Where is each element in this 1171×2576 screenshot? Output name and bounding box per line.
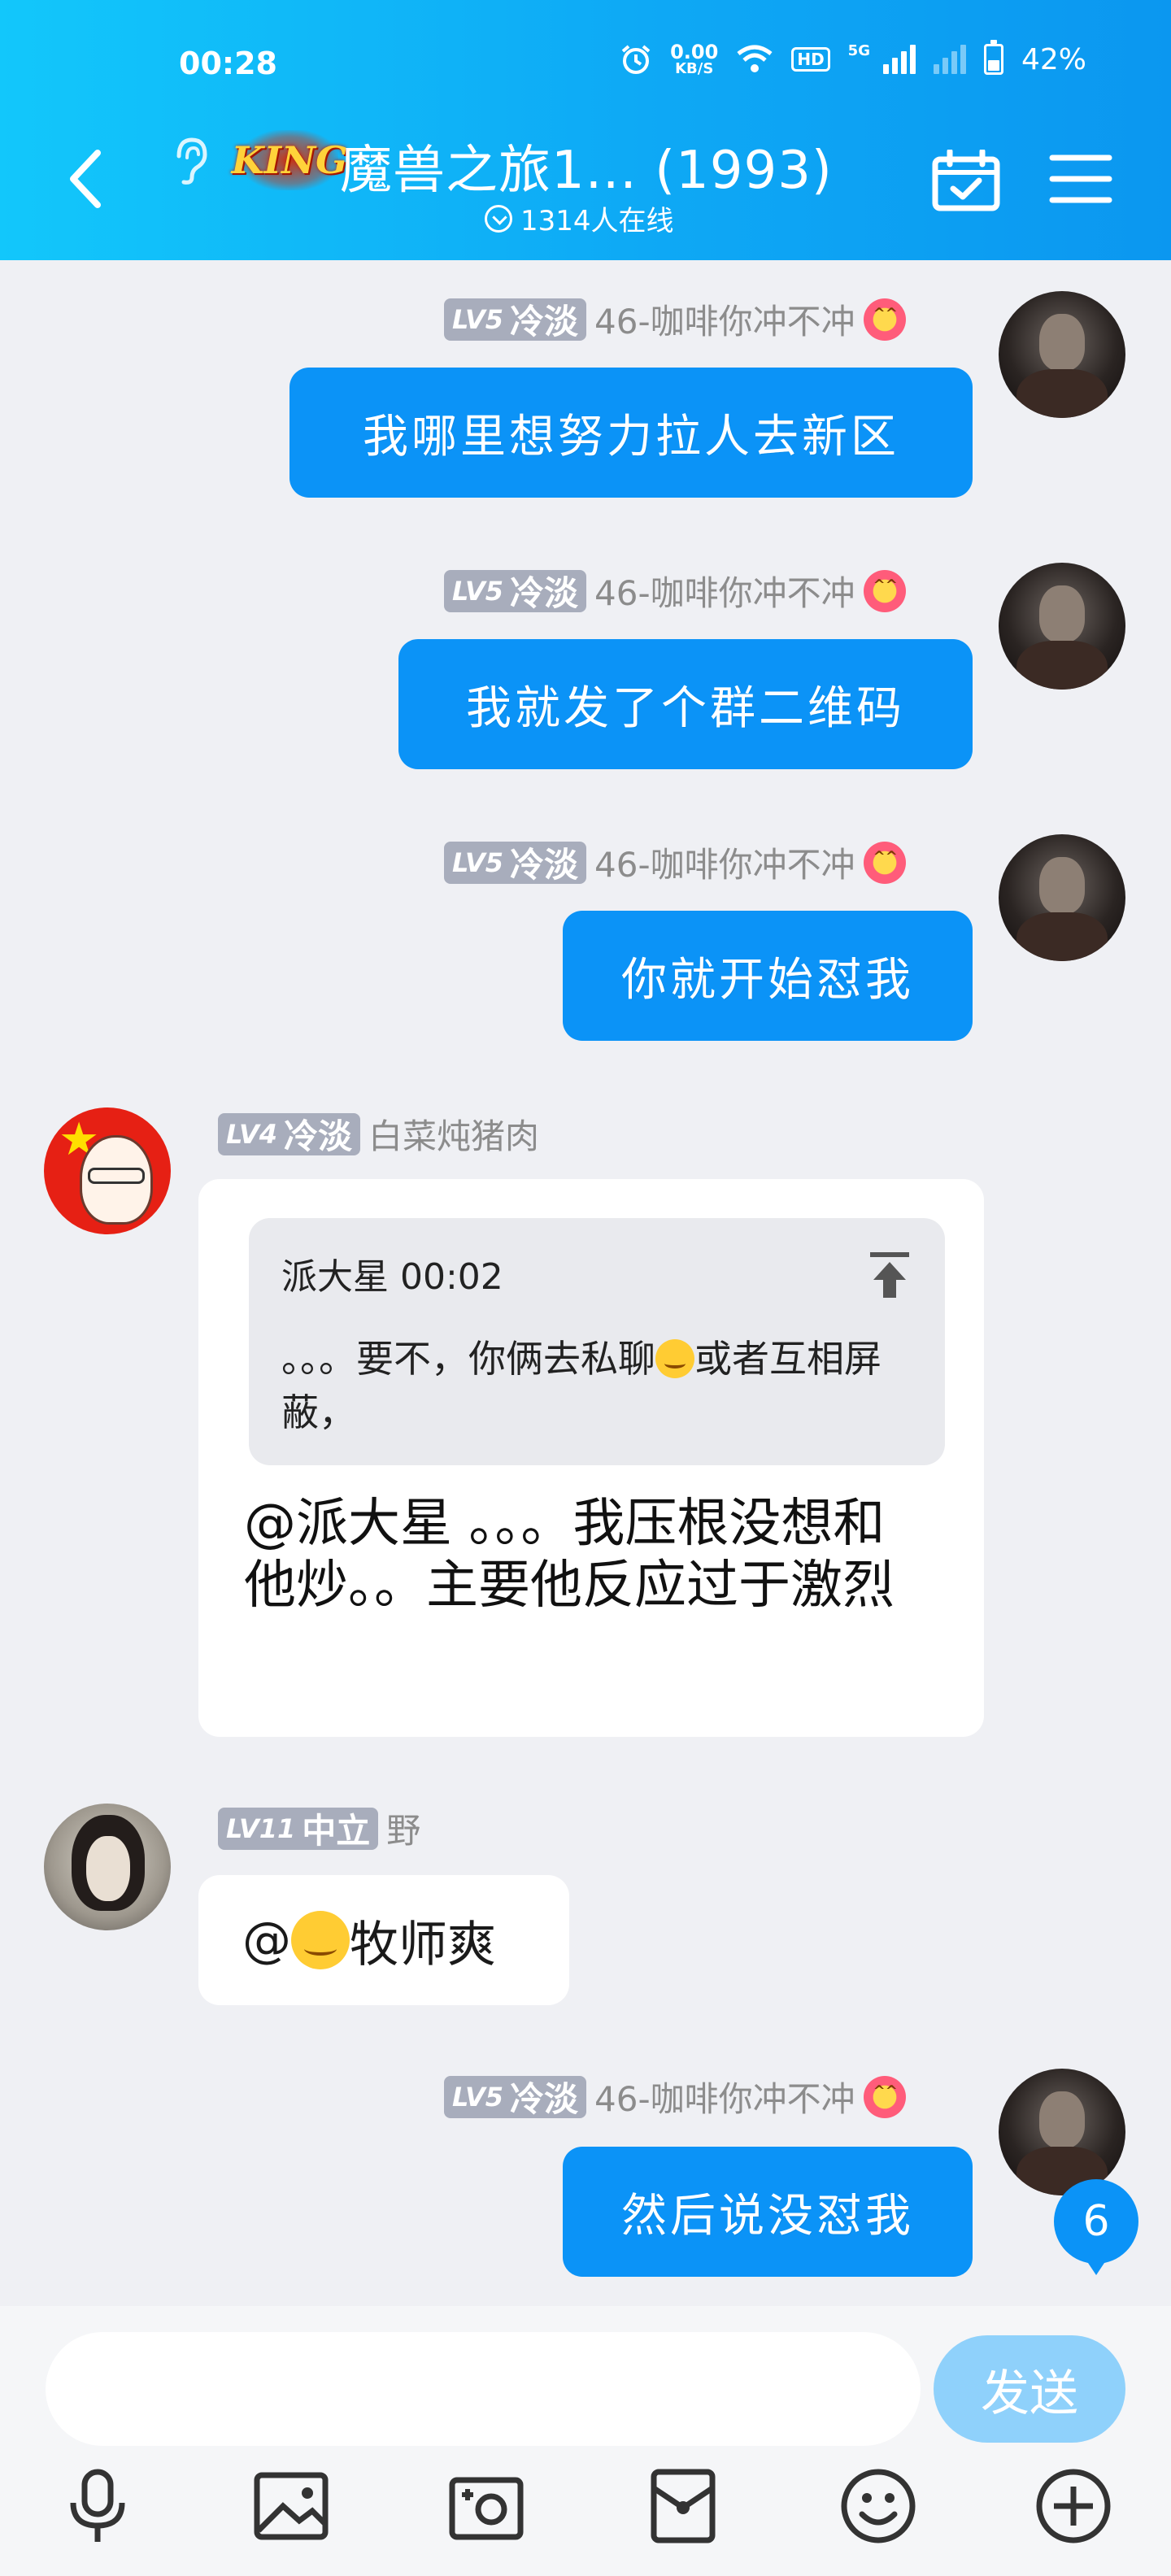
sender-avatar[interactable] xyxy=(44,1804,171,1930)
flower-icon xyxy=(863,569,906,612)
level-badge: LV11 中立 xyxy=(218,1807,379,1851)
status-time: 00:28 xyxy=(179,46,277,81)
message-sender: LV5 冷淡 46-咖啡你冲不冲 xyxy=(444,838,906,887)
message-sender: LV4 冷淡 白菜炖猪肉 xyxy=(218,1109,539,1159)
message-sender: LV5 冷淡 46-咖啡你冲不冲 xyxy=(444,566,906,616)
message-sender: LV5 冷淡 46-咖啡你冲不冲 xyxy=(444,2072,906,2121)
net-speed: 0.00 KB/S xyxy=(670,41,719,77)
message-bubble[interactable]: 我哪里想努力拉人去新区 xyxy=(289,368,973,498)
calendar-check-icon[interactable] xyxy=(930,150,1002,211)
image-icon[interactable] xyxy=(250,2465,332,2547)
hd-icon: HD xyxy=(791,47,830,72)
sender-avatar[interactable]: ★ xyxy=(44,1107,171,1234)
status-icons: 0.00 KB/S HD 5G 42% xyxy=(620,40,1086,77)
level-badge: LV4 冷淡 xyxy=(218,1112,361,1156)
battery-level: 42% xyxy=(1021,42,1086,76)
signal-2-icon xyxy=(933,45,966,74)
flower-icon xyxy=(863,841,906,884)
message-text: @派大星 。。。我压根没想和他炒。。主要他反应过于激烈 xyxy=(244,1494,895,1616)
chat-header: 00:28 0.00 KB/S HD 5G 42% KING 魔兽之旅1... (… xyxy=(0,0,1171,260)
signal-icon xyxy=(882,45,916,74)
message-bubble[interactable]: 你就开始怼我 xyxy=(563,911,973,1041)
smirk-emoji-icon xyxy=(291,1911,350,1969)
message-input[interactable] xyxy=(46,2332,921,2446)
message-bubble[interactable]: 然后说没怼我 xyxy=(563,2147,973,2277)
emoji-icon[interactable] xyxy=(838,2465,919,2547)
unread-count-badge[interactable]: 6 xyxy=(1054,2179,1138,2275)
message-sender: LV11 中立 野 xyxy=(218,1804,420,1853)
sender-name[interactable]: 46-咖啡你冲不冲 xyxy=(594,838,855,887)
level-badge: LV5 冷淡 xyxy=(444,2075,587,2119)
microphone-icon[interactable] xyxy=(57,2465,138,2547)
flower-icon xyxy=(863,298,906,341)
group-logo: KING xyxy=(232,130,347,190)
ear-icon[interactable] xyxy=(169,135,210,187)
my-avatar[interactable] xyxy=(999,563,1125,690)
network-type: 5G xyxy=(847,42,870,59)
level-badge: LV5 冷淡 xyxy=(444,841,587,885)
chevron-down-icon xyxy=(485,204,512,233)
alarm-icon xyxy=(621,45,651,74)
message-text: 牧师爽 xyxy=(350,1916,496,1973)
quote-text: 。。。要不，你俩去私聊 或者互相屏蔽， xyxy=(281,1337,882,1434)
jump-to-top-icon[interactable] xyxy=(867,1251,912,1299)
online-count[interactable]: 1314人在线 xyxy=(485,198,674,238)
online-count-label: 1314人在线 xyxy=(520,205,674,237)
chat-title[interactable]: 魔兽之旅1... (1993) xyxy=(340,128,833,203)
red-packet-icon[interactable] xyxy=(642,2465,724,2547)
plus-icon[interactable] xyxy=(1033,2465,1114,2547)
message-sender: LV5 冷淡 46-咖啡你冲不冲 xyxy=(444,294,906,344)
sender-name[interactable]: 46-咖啡你冲不冲 xyxy=(594,566,855,616)
message-bubble[interactable]: @ 牧师爽 xyxy=(198,1875,569,2005)
level-badge: LV5 冷淡 xyxy=(444,569,587,613)
my-avatar[interactable] xyxy=(999,291,1125,418)
level-badge: LV5 冷淡 xyxy=(444,298,587,342)
wifi-icon xyxy=(737,45,773,72)
sender-name[interactable]: 46-咖啡你冲不冲 xyxy=(594,294,855,344)
message-bubble[interactable]: 我就发了个群二维码 xyxy=(398,639,973,769)
my-avatar[interactable] xyxy=(999,834,1125,961)
quote-header: 派大星 00:02 xyxy=(281,1256,503,1298)
menu-icon[interactable] xyxy=(1049,153,1112,205)
reply-message-bubble[interactable]: 派大星 00:02 。。。要不，你俩去私聊 或者互相屏蔽， @派大星 。。。我压根… xyxy=(198,1179,984,1737)
composer: 发送 xyxy=(0,2306,1171,2576)
composer-toolbar xyxy=(0,2465,1171,2563)
sender-name[interactable]: 白菜炖猪肉 xyxy=(368,1109,539,1159)
sender-name[interactable]: 46-咖啡你冲不冲 xyxy=(594,2072,855,2121)
quoted-message[interactable]: 派大星 00:02 。。。要不，你俩去私聊 或者互相屏蔽， xyxy=(249,1218,945,1465)
camera-icon[interactable] xyxy=(446,2465,527,2547)
send-button[interactable]: 发送 xyxy=(934,2335,1125,2443)
battery-icon xyxy=(983,40,1003,75)
back-button[interactable] xyxy=(62,146,111,211)
flower-icon xyxy=(863,2075,906,2118)
laughing-emoji-icon xyxy=(655,1339,694,1378)
my-avatar[interactable] xyxy=(999,2069,1125,2195)
sender-name[interactable]: 野 xyxy=(386,1804,420,1853)
